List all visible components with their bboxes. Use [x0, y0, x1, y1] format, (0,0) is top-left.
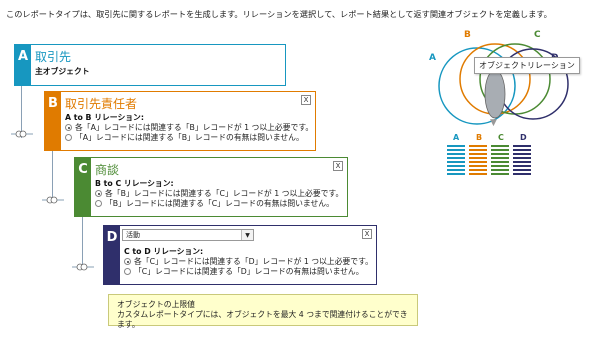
- object-c-letter: C: [75, 158, 91, 216]
- table-stripe: [513, 173, 531, 175]
- object-c-box: C 商談 X B to C リレーション: 各「B」レコードには関連する「C」レ…: [74, 157, 348, 217]
- option-label: 「A」レコードには関連する「B」レコードの有無は問いません。: [75, 133, 304, 142]
- table-stripe: [491, 149, 509, 151]
- select-value: 活動: [126, 231, 140, 239]
- radio-button[interactable]: [95, 200, 102, 207]
- table-header-a: A: [453, 133, 460, 142]
- table-stripe: [469, 149, 487, 151]
- table-stripe: [491, 157, 509, 159]
- table-header-b: B: [476, 133, 482, 142]
- table-stripe: [491, 173, 509, 175]
- object-d-letter: D: [104, 226, 120, 284]
- table-stripe: [469, 173, 487, 175]
- object-a-title: 取引先: [35, 50, 72, 64]
- table-stripe: [447, 157, 465, 159]
- object-d-option-optional[interactable]: 「C」レコードには関連する「D」レコードの有無は問いません。: [124, 266, 364, 277]
- note-text: カスタムレポートタイプには、オブジェクトを最大 4 つまで関連付けることができま…: [117, 310, 408, 329]
- radio-button[interactable]: [95, 190, 102, 197]
- intro-text: このレポートタイプは、取引先に関するレポートを生成します。リレーションを選択して…: [6, 9, 552, 19]
- link-icon-d: [72, 263, 94, 271]
- table-stripe: [447, 161, 465, 163]
- object-a-letter: A: [15, 45, 31, 85]
- radio-button[interactable]: [65, 134, 72, 141]
- chevron-down-icon[interactable]: ▼: [241, 230, 253, 240]
- table-stripe: [491, 145, 509, 147]
- radio-button[interactable]: [65, 124, 72, 131]
- table-stripe: [513, 145, 531, 147]
- table-stripe: [513, 169, 531, 171]
- table-stripe: [491, 153, 509, 155]
- down-arrow-icon: ▼: [490, 118, 497, 128]
- table-stripe: [513, 165, 531, 167]
- object-b-letter: B: [45, 92, 61, 150]
- table-stripe: [469, 157, 487, 159]
- relation-tooltip: オブジェクトリレーション: [474, 57, 580, 74]
- table-stripe: [513, 157, 531, 159]
- object-b-close-button[interactable]: X: [301, 95, 311, 105]
- radio-button[interactable]: [124, 258, 131, 265]
- table-header-c: C: [498, 133, 504, 142]
- table-stripe: [469, 161, 487, 163]
- option-label: 「B」レコードには関連する「C」レコードの有無は問いません。: [105, 199, 334, 208]
- object-b-option-optional[interactable]: 「A」レコードには関連する「B」レコードの有無は問いません。: [65, 132, 304, 143]
- table-stripe: [447, 169, 465, 171]
- table-stripe: [469, 169, 487, 171]
- object-c-title: 商談: [95, 163, 120, 177]
- table-stripe: [447, 173, 465, 175]
- tree-line-b: [52, 150, 53, 200]
- venn-intersection: [484, 69, 506, 119]
- table-stripe: [447, 153, 465, 155]
- note-title: オブジェクトの上限値: [117, 300, 195, 309]
- link-icon-b: [11, 130, 33, 138]
- table-stripe: [469, 165, 487, 167]
- table-stripe: [469, 145, 487, 147]
- table-stripe: [513, 149, 531, 151]
- venn-label-c: C: [534, 30, 541, 40]
- object-limit-note: オブジェクトの上限値 カスタムレポートタイプには、オブジェクトを最大 4 つまで…: [108, 294, 418, 329]
- table-stripe: [447, 165, 465, 167]
- radio-button[interactable]: [124, 268, 131, 275]
- object-b-box: B 取引先責任者 X A to B リレーション: 各「A」レコードには関連する…: [44, 91, 316, 151]
- result-table-icon: A B C D: [447, 133, 531, 175]
- venn-label-a: A: [429, 53, 436, 63]
- object-c-option-optional[interactable]: 「B」レコードには関連する「C」レコードの有無は問いません。: [95, 198, 334, 209]
- table-stripe: [469, 153, 487, 155]
- object-d-close-button[interactable]: X: [362, 229, 372, 239]
- table-stripe: [447, 149, 465, 151]
- relation-venn-diagram: A B C D: [429, 30, 569, 125]
- table-stripe: [491, 169, 509, 171]
- venn-label-b: B: [464, 30, 471, 40]
- object-a-subtitle: 主オブジェクト: [35, 67, 90, 76]
- table-header-d: D: [520, 133, 527, 142]
- table-stripe: [491, 161, 509, 163]
- object-d-select[interactable]: 活動 ▼: [122, 229, 254, 241]
- object-d-box: D 活動 ▼ X C to D リレーション: 各「C」レコードには関連する「D…: [103, 225, 377, 285]
- table-stripe: [447, 145, 465, 147]
- table-stripe: [513, 161, 531, 163]
- object-a-box: A 取引先 主オブジェクト: [14, 44, 286, 86]
- option-label: 「C」レコードには関連する「D」レコードの有無は問いません。: [134, 267, 364, 276]
- tree-line-c: [82, 217, 83, 267]
- object-b-title: 取引先責任者: [65, 97, 138, 111]
- object-c-close-button[interactable]: X: [333, 161, 343, 171]
- table-stripe: [491, 165, 509, 167]
- table-stripe: [513, 153, 531, 155]
- link-icon-c: [42, 196, 64, 204]
